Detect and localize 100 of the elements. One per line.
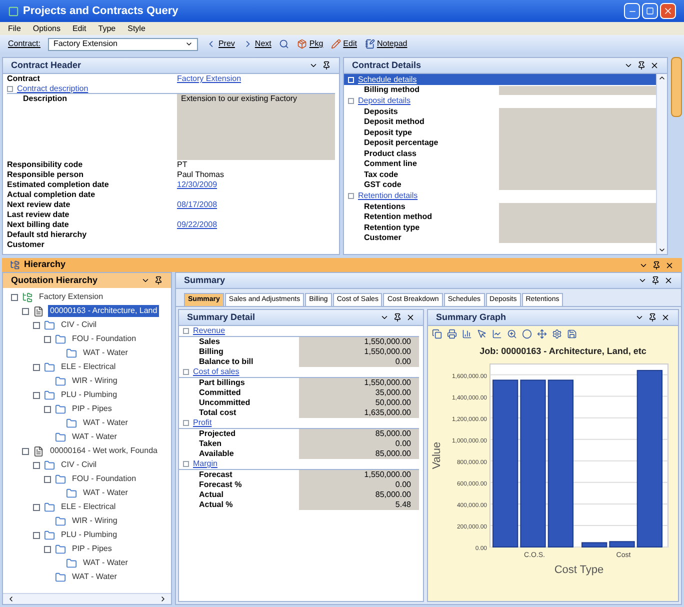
tree-item[interactable]: 00000164 - Wet work, Founda [48, 445, 160, 457]
scroll-right-icon[interactable] [159, 595, 167, 603]
collapse-box-icon[interactable] [33, 462, 40, 468]
minimize-button[interactable] [624, 3, 640, 19]
dropdown-icon[interactable] [635, 313, 644, 322]
horizontal-scrollbar[interactable] [3, 593, 171, 604]
field-link[interactable]: 12/30/2009 [177, 180, 218, 190]
toolbar-button[interactable]: Prev [206, 38, 235, 50]
close-icon[interactable] [650, 61, 659, 70]
tree-item[interactable]: ELE - Electrical [59, 361, 118, 373]
section-heading[interactable]: Schedule details [344, 74, 656, 85]
scrollbar[interactable] [656, 74, 667, 254]
copy-icon[interactable] [432, 329, 442, 339]
collapse-box-icon[interactable] [183, 420, 189, 426]
collapse-box-icon[interactable] [7, 86, 13, 92]
tree-item[interactable]: WAT - Water [81, 417, 130, 429]
pin-icon[interactable] [652, 260, 661, 270]
tree-item[interactable]: WAT - Water [81, 557, 130, 569]
collapse-box-icon[interactable] [44, 336, 51, 342]
menu-item[interactable]: File [8, 22, 21, 34]
toolbar-button[interactable]: Notepad [364, 38, 408, 50]
tree-item[interactable]: FOU - Foundation [70, 333, 138, 345]
field-link[interactable]: Factory Extension [177, 74, 242, 84]
menu-item[interactable]: Style [128, 22, 146, 34]
pin-icon[interactable] [154, 276, 163, 285]
toolbar-button[interactable]: Next [242, 38, 272, 50]
collapse-box-icon[interactable] [33, 364, 40, 370]
collapse-box-icon[interactable] [33, 392, 40, 398]
collapse-box-icon[interactable] [183, 328, 189, 334]
toolbar-button[interactable]: Pkg [297, 38, 324, 50]
section-heading[interactable]: Cost of sales [193, 367, 240, 377]
tree-item[interactable]: Factory Extension [37, 291, 106, 303]
tree-item[interactable]: PIP - Pipes [70, 403, 114, 415]
dropdown-icon[interactable] [380, 313, 389, 322]
section-heading[interactable]: Margin [193, 459, 218, 469]
collapse-box-icon[interactable] [44, 476, 51, 482]
collapse-box-icon[interactable] [44, 546, 51, 552]
pin-icon[interactable] [648, 313, 657, 322]
tree-item[interactable]: ELE - Electrical [59, 501, 118, 513]
settings-icon[interactable] [552, 329, 562, 339]
scroll-down-icon[interactable] [658, 246, 666, 254]
printer-icon[interactable] [447, 329, 457, 339]
field-link[interactable]: 09/22/2008 [177, 220, 218, 230]
move-icon[interactable] [537, 329, 547, 339]
save-icon[interactable] [567, 329, 577, 339]
pointer-icon[interactable] [477, 329, 487, 339]
tree-item[interactable]: PIP - Pipes [70, 543, 114, 555]
tree-item[interactable]: WIR - Wiring [70, 515, 120, 527]
collapse-box-icon[interactable] [33, 532, 40, 538]
maximize-button[interactable] [642, 3, 658, 19]
section-heading[interactable]: Retention details [344, 190, 656, 202]
tree-item[interactable]: CIV - Civil [59, 319, 99, 331]
dropdown-icon[interactable] [624, 61, 633, 70]
description-field[interactable]: Extension to our existing Factory [177, 94, 335, 160]
pin-icon[interactable] [322, 61, 331, 70]
tree-item[interactable]: PLU - Plumbing [59, 529, 120, 541]
close-icon[interactable] [665, 260, 674, 270]
zoom-icon[interactable] [507, 329, 517, 339]
contract-dropdown[interactable]: Factory Extension [48, 38, 198, 50]
collapse-box-icon[interactable] [33, 504, 40, 510]
close-icon[interactable] [406, 313, 415, 322]
line-chart-icon[interactable] [492, 329, 502, 339]
collapse-box-icon[interactable] [33, 322, 40, 328]
collapse-box-icon[interactable] [22, 308, 29, 314]
collapse-box-icon[interactable] [11, 294, 18, 300]
toolbar-button[interactable]: Edit [331, 38, 357, 50]
collapse-box-icon[interactable] [22, 448, 29, 454]
tree-item[interactable]: WAT - Water [81, 487, 130, 499]
tree-item[interactable]: CIV - Civil [59, 459, 99, 471]
tree-item[interactable]: WAT - Water [70, 571, 119, 583]
tree-item[interactable]: PLU - Plumbing [59, 389, 120, 401]
close-icon[interactable] [661, 313, 670, 322]
pin-icon[interactable] [651, 276, 660, 285]
circle-icon[interactable] [522, 329, 532, 339]
tree-item[interactable]: FOU - Foundation [70, 473, 138, 485]
section-heading[interactable]: Profit [193, 418, 212, 428]
close-button[interactable] [660, 3, 676, 19]
collapse-box-icon[interactable] [183, 369, 189, 375]
search-icon[interactable] [279, 39, 290, 49]
field-link[interactable]: 08/17/2008 [177, 200, 218, 210]
scroll-left-icon[interactable] [7, 595, 15, 603]
section-heading[interactable]: Revenue [193, 326, 226, 336]
section-heading[interactable]: Deposit details [344, 96, 656, 106]
pin-icon[interactable] [393, 313, 402, 322]
scroll-up-icon[interactable] [658, 74, 666, 82]
menu-item[interactable]: Edit [72, 22, 86, 34]
menu-item[interactable]: Type [98, 22, 116, 34]
dropdown-icon[interactable] [309, 61, 318, 70]
tree-item[interactable]: WIR - Wiring [70, 375, 120, 387]
pin-icon[interactable] [637, 61, 646, 70]
collapse-box-icon[interactable] [44, 406, 51, 412]
tree-item[interactable]: WAT - Water [81, 347, 130, 359]
menu-item[interactable]: Options [32, 22, 60, 34]
close-icon[interactable] [664, 276, 673, 285]
tree-item[interactable]: WAT - Water [70, 431, 119, 443]
dropdown-icon[interactable] [141, 276, 150, 285]
tree-item[interactable]: 00000163 - Architecture, Land [48, 305, 160, 317]
collapse-box-icon[interactable] [183, 461, 189, 467]
bar-chart-icon[interactable] [462, 329, 472, 339]
section-heading[interactable]: Contract description [17, 84, 88, 94]
